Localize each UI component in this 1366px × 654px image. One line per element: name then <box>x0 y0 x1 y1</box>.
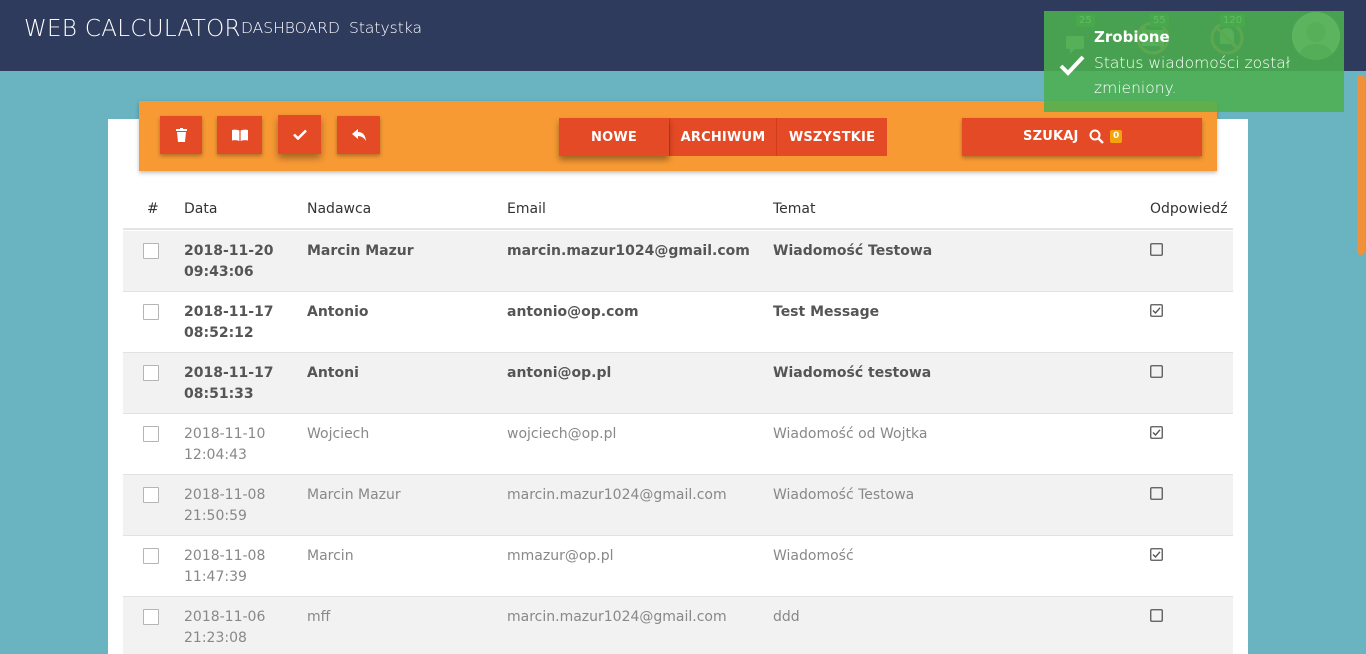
nav-statystka[interactable]: Statystka <box>349 19 422 37</box>
table-row[interactable]: 2018-11-17 08:51:33 Antoni antoni@op.pl … <box>123 353 1233 414</box>
row-checkbox[interactable] <box>143 548 159 564</box>
row-checkbox[interactable] <box>143 487 159 503</box>
table-row[interactable]: 2018-11-17 08:52:12 Antonio antonio@op.c… <box>123 292 1233 353</box>
row-date: 2018-11-06 21:23:08 <box>184 609 266 646</box>
row-checkbox[interactable] <box>143 304 159 320</box>
row-topic: Wiadomość Testowa <box>773 243 933 259</box>
row-sender: Antoni <box>307 365 359 381</box>
reply-unchecked-icon <box>1150 487 1163 500</box>
column-email[interactable]: Email <box>507 201 546 217</box>
column-sender[interactable]: Nadawca <box>307 201 371 217</box>
reply-unchecked-icon <box>1150 243 1163 256</box>
row-date: 2018-11-17 08:52:12 <box>184 304 274 341</box>
nav-dashboard[interactable]: DASHBOARD <box>241 19 340 37</box>
table-header: # Data Nadawca Email Temat Odpowiedź <box>123 190 1233 230</box>
toast-title: Zrobione <box>1094 28 1170 46</box>
row-email: marcin.mazur1024@gmail.com <box>507 487 727 503</box>
messages-table-body: 2018-11-20 09:43:06 Marcin Mazur marcin.… <box>123 231 1233 654</box>
check-icon <box>1059 55 1085 76</box>
row-checkbox[interactable] <box>143 365 159 381</box>
row-email: marcin.mazur1024@gmail.com <box>507 609 727 625</box>
page-scrollbar[interactable] <box>1356 71 1366 654</box>
column-topic[interactable]: Temat <box>773 201 816 217</box>
book-open-icon <box>231 129 248 141</box>
row-topic: Wiadomość od Wojtka <box>773 426 928 442</box>
reply-unchecked-icon <box>1150 609 1163 622</box>
row-sender: Marcin Mazur <box>307 243 414 259</box>
success-toast[interactable]: Zrobione Status wiadomości został zmieni… <box>1044 11 1344 112</box>
tab-wszystkie[interactable]: WSZYSTKIE <box>776 118 887 156</box>
column-reply[interactable]: Odpowiedź <box>1150 201 1228 217</box>
row-topic: Wiadomość testowa <box>773 365 932 381</box>
row-date: 2018-11-20 09:43:06 <box>184 243 274 280</box>
row-topic: ddd <box>773 609 800 625</box>
search-count-badge: 0 <box>1110 130 1123 143</box>
filter-tabs: NOWE ARCHIWUM WSZYSTKIE <box>559 118 887 156</box>
row-sender: mff <box>307 609 331 625</box>
reply-checked-icon <box>1150 548 1163 561</box>
tab-nowe[interactable]: NOWE <box>559 118 669 156</box>
row-email: antonio@op.com <box>507 304 639 320</box>
tab-archiwum[interactable]: ARCHIWUM <box>669 118 776 156</box>
table-row[interactable]: 2018-11-08 11:47:39 Marcin mmazur@op.pl … <box>123 536 1233 597</box>
reply-checked-icon <box>1150 304 1163 317</box>
row-date: 2018-11-17 08:51:33 <box>184 365 274 402</box>
reply-button[interactable] <box>337 116 380 154</box>
search-icon <box>1089 129 1104 144</box>
row-checkbox[interactable] <box>143 426 159 442</box>
table-row[interactable]: 2018-11-10 12:04:43 Wojciech wojciech@op… <box>123 414 1233 475</box>
row-topic: Wiadomość <box>773 548 854 564</box>
column-date[interactable]: Data <box>184 201 217 217</box>
reply-unchecked-icon <box>1150 365 1163 378</box>
check-icon <box>292 129 307 140</box>
row-topic: Test Message <box>773 304 880 320</box>
table-row[interactable]: 2018-11-06 21:23:08 mff marcin.mazur1024… <box>123 597 1233 654</box>
row-email: antoni@op.pl <box>507 365 612 381</box>
row-sender: Marcin Mazur <box>307 487 401 503</box>
row-topic: Wiadomość Testowa <box>773 487 915 503</box>
row-sender: Antonio <box>307 304 369 320</box>
column-number: # <box>147 201 159 217</box>
row-sender: Wojciech <box>307 426 370 442</box>
row-checkbox[interactable] <box>143 609 159 625</box>
mark-read-button[interactable] <box>217 116 262 154</box>
row-email: mmazur@op.pl <box>507 548 614 564</box>
row-email: wojciech@op.pl <box>507 426 617 442</box>
search-button[interactable]: SZUKAJ 0 <box>962 118 1202 156</box>
brand-title[interactable]: WEB CALCULATOR <box>24 16 241 42</box>
search-label: SZUKAJ <box>1023 129 1079 144</box>
row-date: 2018-11-08 21:50:59 <box>184 487 266 524</box>
scrollbar-thumb[interactable] <box>1357 75 1365 255</box>
row-email: marcin.mazur1024@gmail.com <box>507 243 750 259</box>
reply-checked-icon <box>1150 426 1163 439</box>
toast-message: Status wiadomości został zmieniony. <box>1094 54 1291 97</box>
delete-button[interactable] <box>160 116 202 154</box>
row-date: 2018-11-10 12:04:43 <box>184 426 266 463</box>
row-date: 2018-11-08 11:47:39 <box>184 548 266 585</box>
row-sender: Marcin <box>307 548 354 564</box>
table-row[interactable]: 2018-11-08 21:50:59 Marcin Mazur marcin.… <box>123 475 1233 536</box>
row-checkbox[interactable] <box>143 243 159 259</box>
mark-done-button[interactable] <box>278 115 321 154</box>
table-row[interactable]: 2018-11-20 09:43:06 Marcin Mazur marcin.… <box>123 231 1233 292</box>
trash-icon <box>175 128 187 142</box>
reply-icon <box>351 129 366 141</box>
